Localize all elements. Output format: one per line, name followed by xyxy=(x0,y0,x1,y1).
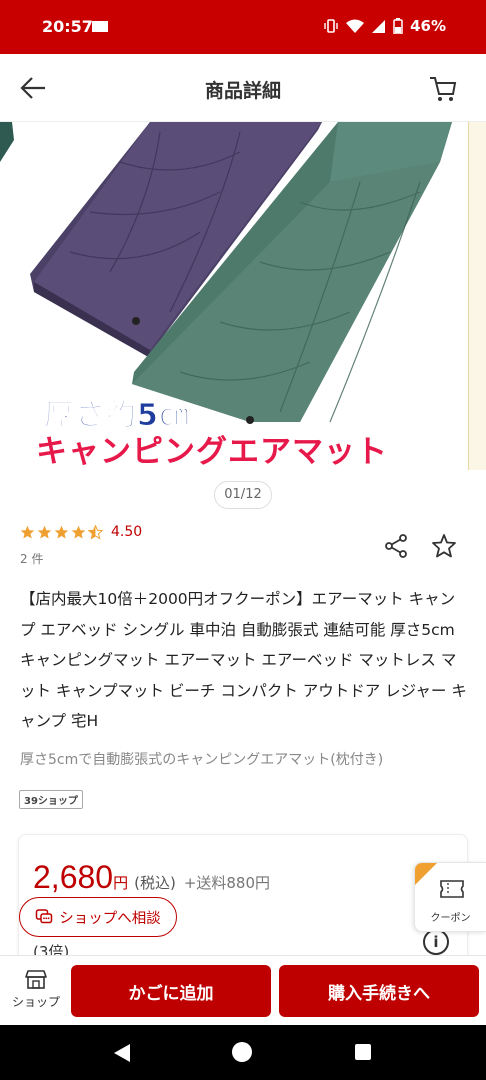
star-full-icon xyxy=(54,525,69,538)
product-image-gallery[interactable]: 厚さ約5㎝ キャンピングエアマット xyxy=(0,122,486,474)
shop-nav-button[interactable]: ショップ xyxy=(8,968,64,1018)
star-half-icon xyxy=(88,524,103,540)
app-header: 商品詳細 xyxy=(0,54,486,122)
cart-icon xyxy=(430,77,457,101)
nav-recents-icon[interactable] xyxy=(355,1044,371,1060)
battery-icon xyxy=(393,18,403,34)
image-caption-title: キャンピングエアマット xyxy=(36,434,388,470)
cart-button[interactable] xyxy=(428,74,458,104)
bottom-action-bar: ショップ かごに追加 購入手続きへ xyxy=(0,955,486,1025)
vibrate-icon xyxy=(324,19,338,33)
coupon-button[interactable]: クーポン xyxy=(414,862,486,932)
next-image-peek xyxy=(468,122,486,470)
price-tax: (税込) xyxy=(134,874,176,892)
rating[interactable]: 4.50 xyxy=(20,524,142,540)
product-title: 【店内最大10倍＋2000円オフクーポン】エアーマット キャンプ エアベッド シ… xyxy=(20,590,467,730)
rating-value: 4.50 xyxy=(111,524,143,540)
store-icon xyxy=(25,970,47,989)
share-icon xyxy=(385,534,407,558)
price-unit: 円 xyxy=(113,874,129,892)
shop-consult-label: ショップへ相談 xyxy=(59,910,161,927)
add-to-cart-button[interactable]: かごに追加 xyxy=(71,965,271,1017)
chat-icon xyxy=(36,909,53,924)
shop-tag-badge: 39ショップ xyxy=(19,790,83,809)
signal-icon xyxy=(372,19,386,33)
battery-percent: 46% xyxy=(410,17,446,35)
info-icon[interactable]: i xyxy=(423,929,449,955)
star-outline-icon xyxy=(432,534,456,558)
favorite-button[interactable] xyxy=(430,532,458,560)
image-pager: 01/12 xyxy=(214,481,272,509)
shipping-fee: +送料880円 xyxy=(183,874,271,892)
ticket-icon xyxy=(440,880,464,898)
coupon-label: クーポン xyxy=(430,913,471,924)
checkout-button[interactable]: 購入手続きへ xyxy=(279,965,479,1017)
status-icons: 46% xyxy=(323,17,446,35)
star-full-icon xyxy=(20,525,35,538)
share-button[interactable] xyxy=(382,532,410,560)
mail-icon xyxy=(92,21,108,32)
price-row: 2,680 円 (税込) +送料880円 xyxy=(33,859,270,896)
nav-back-icon[interactable] xyxy=(112,1043,132,1063)
review-count[interactable]: 2 件 xyxy=(20,550,43,567)
system-nav-bar xyxy=(0,1025,486,1080)
price-value: 2,680 xyxy=(33,859,114,895)
page-title: 商品詳細 xyxy=(204,80,281,102)
status-bar: 20:57 46% xyxy=(0,0,486,54)
status-time: 20:57 xyxy=(42,17,93,36)
wifi-icon xyxy=(346,19,365,33)
star-full-icon xyxy=(37,525,52,538)
shop-consult-button[interactable]: ショップへ相談 xyxy=(19,897,177,937)
coupon-corner-ribbon xyxy=(415,863,437,885)
product-subtitle: 厚さ5cmで自動膨張式のキャンピングエアマット(枕付き) xyxy=(20,752,384,768)
shop-nav-label: ショップ xyxy=(11,995,60,1009)
star-full-icon xyxy=(71,525,86,538)
nav-home-icon[interactable] xyxy=(232,1042,252,1062)
